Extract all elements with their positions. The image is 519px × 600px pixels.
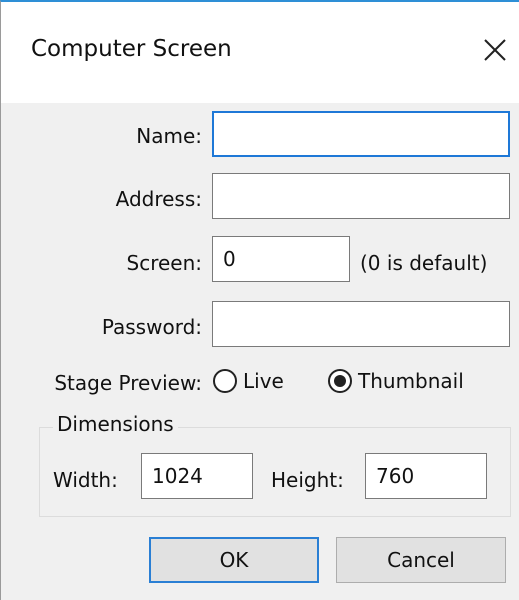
stage-preview-label: Stage Preview: <box>54 371 202 395</box>
cancel-button[interactable]: Cancel <box>336 537 506 583</box>
radio-live-label: Live <box>243 369 284 393</box>
ok-button[interactable]: OK <box>149 537 319 583</box>
width-label: Width: <box>53 468 118 492</box>
screen-input[interactable] <box>212 236 350 282</box>
radio-live-indicator <box>213 369 237 393</box>
radio-thumbnail[interactable]: Thumbnail <box>328 369 464 393</box>
dialog-title: Computer Screen <box>31 36 232 62</box>
screen-label: Screen: <box>126 251 203 275</box>
screen-hint: (0 is default) <box>360 251 488 275</box>
radio-thumbnail-label: Thumbnail <box>358 369 464 393</box>
title-bar: Computer Screen <box>1 2 519 103</box>
password-label: Password: <box>101 315 202 339</box>
close-button[interactable] <box>479 34 511 66</box>
dimensions-group-title: Dimensions <box>53 412 178 436</box>
height-input[interactable] <box>365 453 487 499</box>
height-label: Height: <box>271 468 344 492</box>
radio-thumbnail-indicator <box>328 369 352 393</box>
address-input[interactable] <box>212 173 510 219</box>
name-label: Name: <box>136 124 202 148</box>
width-input[interactable] <box>141 453 253 499</box>
name-input[interactable] <box>212 111 510 157</box>
radio-live[interactable]: Live <box>213 369 284 393</box>
computer-screen-dialog: Computer Screen Name: Address: Screen: (… <box>0 0 519 600</box>
address-label: Address: <box>115 187 202 211</box>
password-input[interactable] <box>212 301 510 347</box>
radio-selected-dot <box>334 375 346 387</box>
close-icon <box>484 39 506 61</box>
